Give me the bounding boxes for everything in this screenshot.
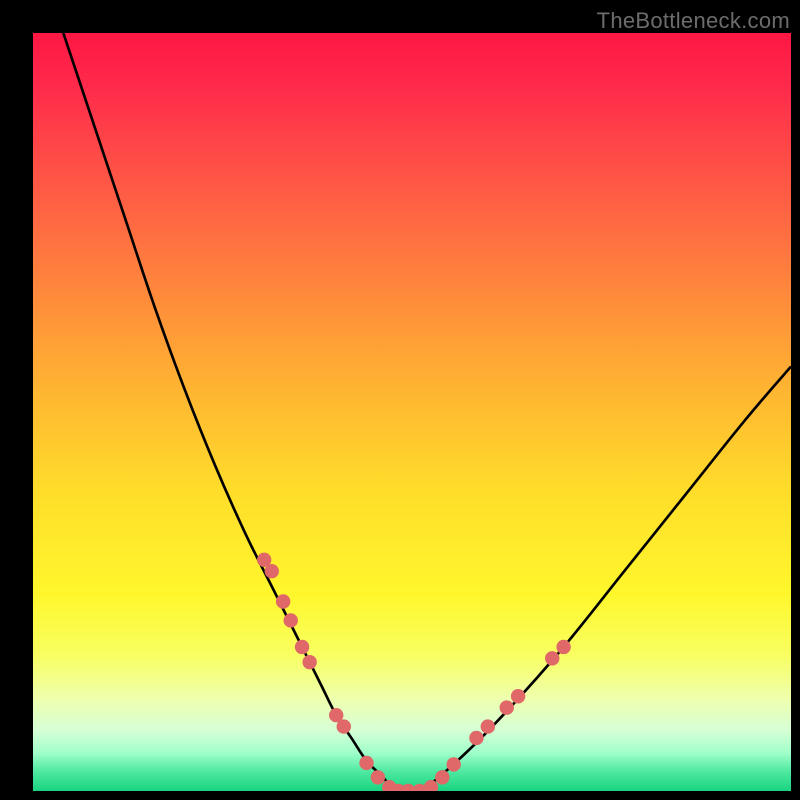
background-gradient xyxy=(33,33,791,791)
watermark-text: TheBottleneck.com xyxy=(597,8,790,34)
chart-frame: TheBottleneck.com xyxy=(0,0,800,800)
plot-area xyxy=(33,33,791,791)
